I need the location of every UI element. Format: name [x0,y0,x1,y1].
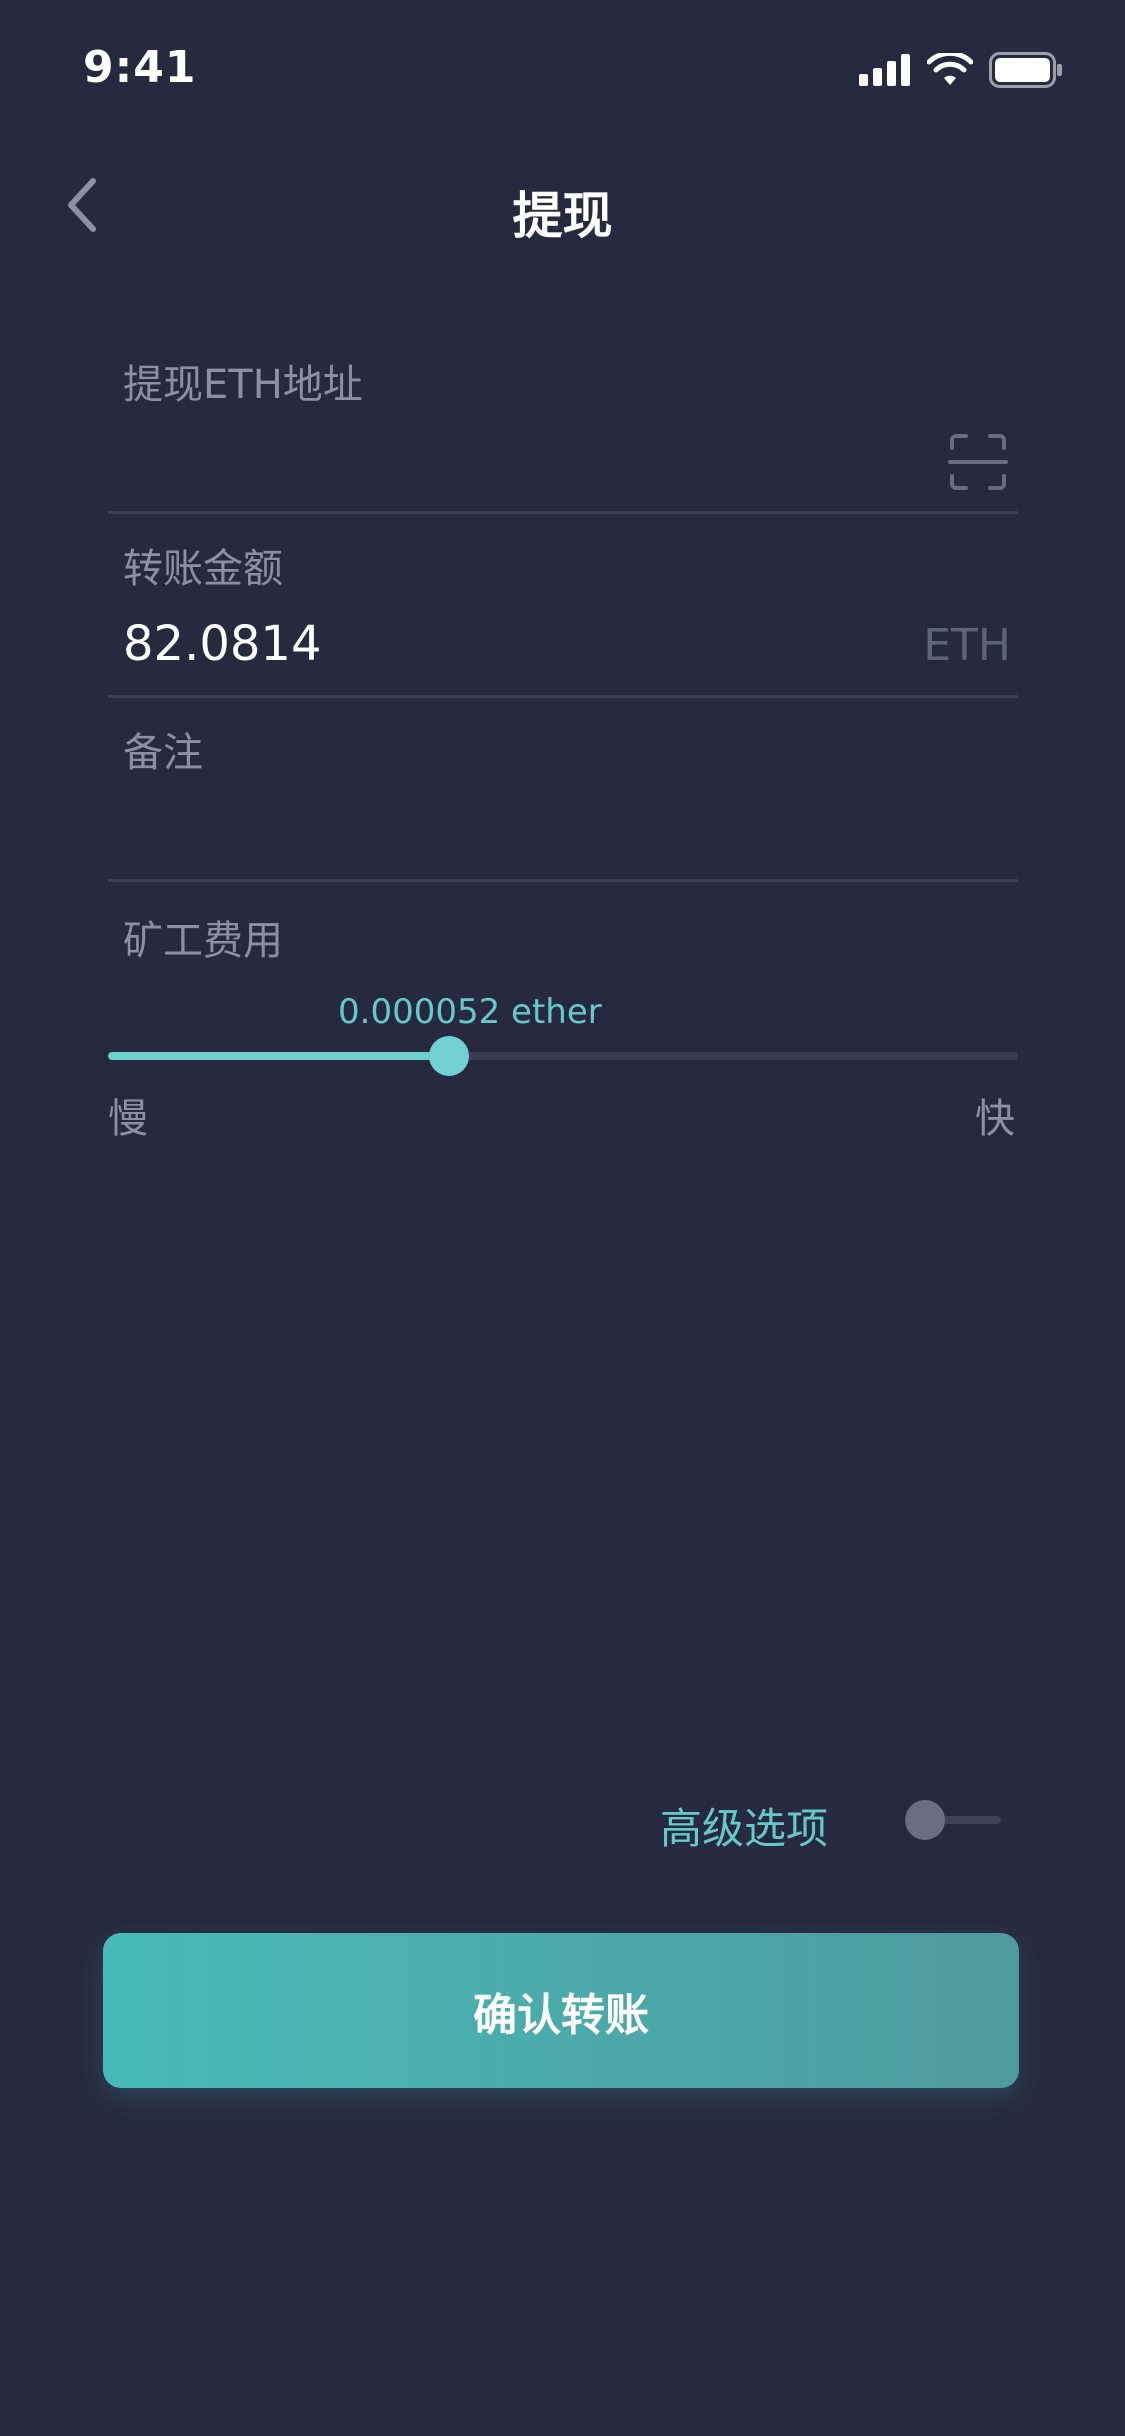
amount-unit: ETH [923,620,1011,671]
wifi-icon [927,53,973,85]
fee-label: 矿工费用 [123,918,283,964]
divider-memo [108,879,1018,882]
signal-icon [859,54,910,86]
scan-button[interactable] [948,432,1008,492]
fee-slider-fill [108,1052,450,1060]
page-title: 提现 [512,187,613,245]
fee-slow-label: 慢 [108,1096,148,1142]
advanced-options-label: 高级选项 [660,1804,829,1853]
amount-input[interactable]: 82.0814 [123,616,322,672]
divider-amount [108,695,1018,698]
confirm-transfer-button[interactable]: 确认转账 [103,1933,1019,2088]
amount-label: 转账金额 [123,546,283,592]
divider-address [108,511,1018,514]
memo-input[interactable] [123,800,1007,862]
address-label: 提现ETH地址 [123,362,363,408]
fee-value: 0.000052 ether [338,992,602,1032]
battery-icon [989,52,1062,88]
scan-icon [948,434,1008,490]
toggle-knob [905,1800,945,1840]
status-time: 9:41 [83,42,197,93]
memo-label: 备注 [123,730,203,776]
fee-fast-label: 快 [975,1096,1015,1142]
status-icons [859,52,1063,88]
advanced-options-toggle[interactable] [905,1800,1001,1840]
address-input[interactable] [123,428,927,490]
fee-slider-thumb[interactable] [429,1036,470,1076]
